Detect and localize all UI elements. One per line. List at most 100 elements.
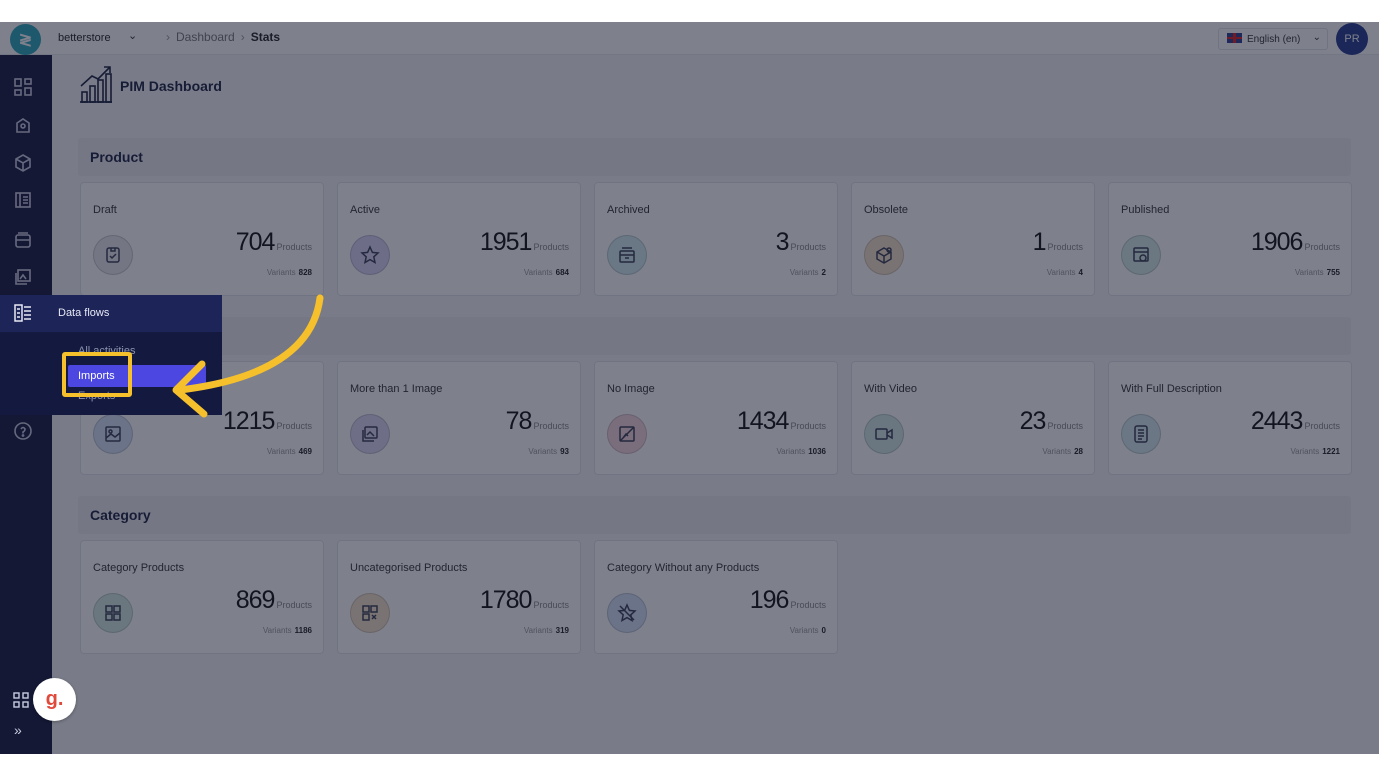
section-title: Category: [90, 507, 151, 523]
chevron-right-icon: ›: [240, 30, 245, 44]
variants-row: Variants 2: [790, 268, 826, 277]
variants-value: 469: [298, 447, 312, 456]
stat-card[interactable]: No Image 1434 Products Variants 1036: [594, 361, 838, 475]
archive-icon: [607, 235, 647, 275]
stat-card-label: Active: [350, 204, 380, 216]
stat-card[interactable]: Category Without any Products 196 Products…: [594, 540, 838, 654]
star-off-icon: [607, 593, 647, 633]
stat-value-row: 2443 Products: [1251, 407, 1340, 436]
stat-value: 704: [235, 228, 276, 256]
breadcrumb-dashboard[interactable]: Dashboard: [176, 30, 235, 44]
stat-card[interactable]: Category Products 869 Products Variants 1186: [80, 540, 324, 654]
data-flows-icon: [13, 303, 33, 323]
stat-unit: Products: [533, 242, 569, 252]
variants-row: Variants 684: [524, 268, 569, 277]
variants-label: Variants: [1046, 268, 1076, 277]
language-selector[interactable]: English (en) ⌄: [1218, 28, 1328, 50]
variants-row: Variants 1221: [1290, 447, 1340, 456]
star-icon: [350, 235, 390, 275]
variants-row: Variants 1036: [776, 447, 826, 456]
variants-label: Variants: [528, 447, 558, 456]
variants-value: 1186: [294, 626, 312, 635]
variants-label: Variants: [789, 626, 819, 635]
app-logo-icon[interactable]: ≷: [10, 24, 41, 55]
variants-value: 319: [555, 626, 569, 635]
stat-value: 196: [749, 586, 790, 614]
image-icon: [93, 414, 133, 454]
variants-label: Variants: [523, 268, 553, 277]
variants-label: Variants: [262, 626, 292, 635]
box-icon: [864, 235, 904, 275]
chart-growth-icon: [80, 66, 112, 103]
stat-unit: Products: [276, 600, 312, 610]
stat-card[interactable]: More than 1 Image 78 Products Variants 93: [337, 361, 581, 475]
stat-value-row: 1951 Products: [480, 228, 569, 257]
stat-card-label: Published: [1121, 204, 1170, 216]
stat-value-row: 78 Products: [506, 407, 569, 436]
stat-value: 3: [775, 228, 790, 256]
archive-box-icon[interactable]: [13, 230, 33, 250]
grid-x-icon: [350, 593, 390, 633]
media-icon[interactable]: [13, 267, 33, 287]
chevron-right-icon: ›: [166, 30, 170, 44]
top-bar: ≷ betterstore ⌄ › Dashboard › Stats English…: [0, 22, 1379, 55]
variants-label: Variants: [523, 626, 553, 635]
variants-value: 93: [560, 447, 569, 456]
apps-grid-icon[interactable]: [13, 692, 29, 708]
stat-card[interactable]: With Full Description 2443 Products Variant…: [1108, 361, 1352, 475]
guide-logo-icon[interactable]: g.: [33, 678, 76, 721]
variants-value: 1221: [1322, 447, 1340, 456]
chevron-down-icon[interactable]: ⌄: [128, 29, 137, 42]
variants-label: Variants: [266, 447, 296, 456]
stat-card-label: Archived: [607, 204, 650, 216]
stat-card-label: No Image: [607, 383, 655, 395]
stat-card-label: Uncategorised Products: [350, 562, 468, 574]
stat-unit: Products: [533, 421, 569, 431]
variants-value: 2: [821, 268, 826, 277]
variants-row: Variants 0: [790, 626, 826, 635]
stat-unit: Products: [790, 600, 826, 610]
help-icon[interactable]: [13, 421, 33, 441]
section-title: Product: [90, 149, 143, 165]
chevron-down-icon: ⌄: [1312, 32, 1321, 43]
variants-row: Variants 755: [1295, 268, 1340, 277]
stat-value: 23: [1019, 407, 1047, 435]
variants-value: 28: [1074, 447, 1083, 456]
document-icon: [1121, 414, 1161, 454]
page-title: PIM Dashboard: [120, 78, 222, 94]
stat-card[interactable]: Published 1906 Products Variants 755: [1108, 182, 1352, 296]
variants-row: Variants 319: [524, 626, 569, 635]
cube-icon[interactable]: [13, 153, 33, 173]
stat-value: 1434: [736, 407, 790, 435]
stat-value: 1: [1032, 228, 1047, 256]
publish-icon: [1121, 235, 1161, 275]
stat-card[interactable]: Draft 704 Products Variants 828: [80, 182, 324, 296]
variants-row: Variants 93: [528, 447, 569, 456]
stat-card[interactable]: With Video 23 Products Variants 28: [851, 361, 1095, 475]
avatar[interactable]: PR: [1336, 23, 1368, 55]
store-selector[interactable]: betterstore: [58, 32, 111, 44]
variants-row: Variants 828: [267, 268, 312, 277]
breadcrumb: › Dashboard › Stats: [160, 30, 280, 44]
stat-card[interactable]: Uncategorised Products 1780 Products Varian…: [337, 540, 581, 654]
stat-card[interactable]: Obsolete 1 Products Variants 4: [851, 182, 1095, 296]
stat-value-row: 3 Products: [776, 228, 826, 257]
variants-label: Variants: [1290, 447, 1320, 456]
data-flows-title: Data flows: [58, 307, 110, 319]
expand-sidebar-icon[interactable]: »: [14, 722, 22, 738]
dashboard-icon[interactable]: [13, 77, 33, 97]
variants-value: 755: [1326, 268, 1340, 277]
stat-card-label: Obsolete: [864, 204, 909, 216]
stat-value: 1951: [479, 228, 533, 256]
stat-card[interactable]: Active 1951 Products Variants 684: [337, 182, 581, 296]
variants-value: 1036: [808, 447, 826, 456]
stat-card-label: Category Products: [93, 562, 185, 574]
product-icon[interactable]: [13, 115, 33, 135]
stat-unit: Products: [1304, 242, 1340, 252]
stat-value-row: 1780 Products: [480, 586, 569, 615]
catalog-icon[interactable]: [13, 190, 33, 210]
language-label: English (en): [1247, 34, 1301, 45]
stat-card[interactable]: Archived 3 Products Variants 2: [594, 182, 838, 296]
variants-row: Variants 28: [1042, 447, 1083, 456]
video-icon: [864, 414, 904, 454]
